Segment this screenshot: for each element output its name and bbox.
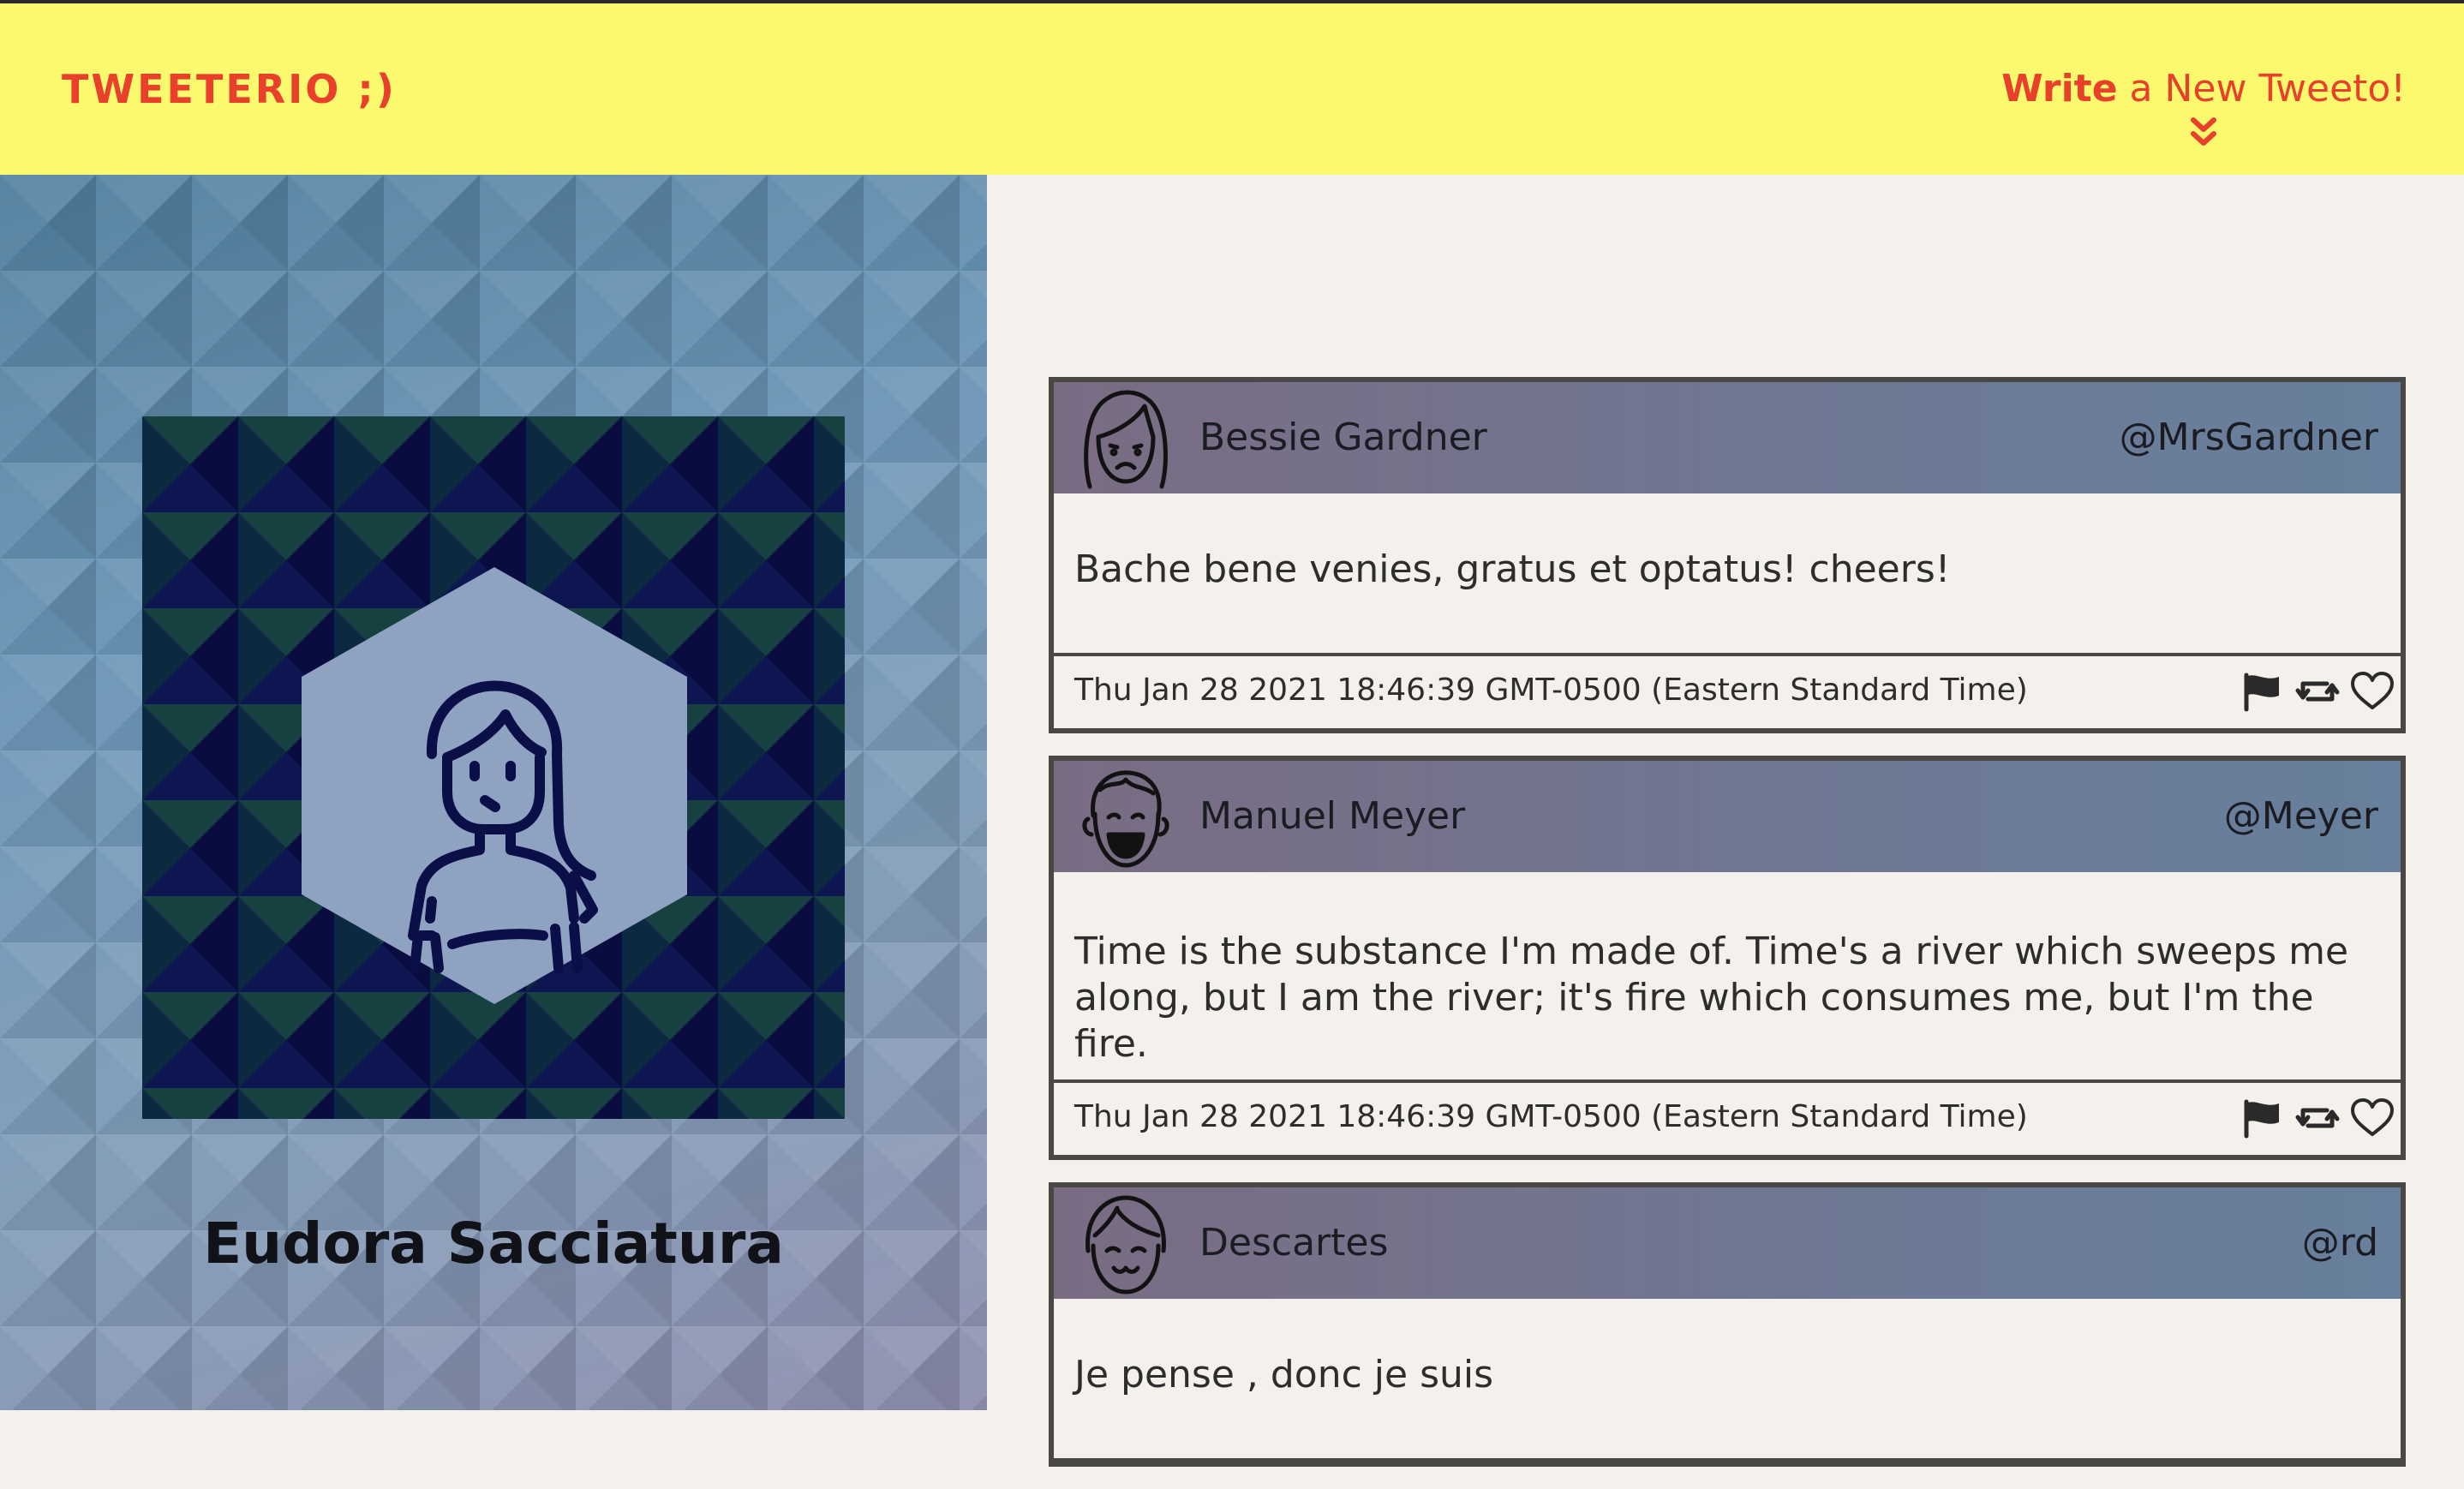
- heart-icon[interactable]: [2349, 1097, 2395, 1139]
- tweet-actions: [2240, 670, 2395, 713]
- write-new-tweet-label[interactable]: Write a New Tweeto!: [2001, 65, 2406, 113]
- top-nav: TWEETERIO ;) Write a New Tweeto!: [0, 0, 2464, 175]
- tweet-footer: Thu Jan 28 2021 18:46:39 GMT-0500 (Easte…: [1054, 1083, 2401, 1155]
- woman-avatar-icon: [302, 567, 687, 1004]
- tweet-card: Manuel Meyer @Meyer Time is the substanc…: [1049, 756, 2406, 1160]
- compose-rest-text: a New Tweeto!: [2117, 67, 2406, 111]
- compose-strong-text: Write: [2001, 67, 2118, 111]
- laughing-man-avatar-icon: [1082, 770, 1169, 868]
- profile-panel: Eudora Sacciatura: [0, 175, 987, 1410]
- profile-name: Eudora Sacciatura: [203, 1211, 784, 1277]
- tweet-header: Manuel Meyer @Meyer: [1054, 761, 2401, 872]
- tweet-footer: Thu Jan 28 2021 18:46:39 GMT-0500 (Easte…: [1054, 656, 2401, 728]
- double-chevron-down-icon[interactable]: [2186, 115, 2221, 149]
- tweet-card: Bessie Gardner @MrsGardner Bache bene ve…: [1049, 377, 2406, 733]
- tweet-author-name[interactable]: Bessie Gardner: [1199, 415, 1487, 461]
- tweet-author-name[interactable]: Descartes: [1199, 1220, 1388, 1266]
- tweet-text: Bache bene venies, gratus et optatus! ch…: [1054, 493, 2401, 656]
- tweet-card: Descartes @rd Je pense , donc je suis: [1049, 1182, 2406, 1467]
- tweet-actions: [2240, 1097, 2395, 1139]
- retweet-icon[interactable]: [2294, 1097, 2341, 1139]
- heart-icon[interactable]: [2349, 670, 2395, 713]
- smiling-woman-avatar-icon: [1085, 1195, 1166, 1295]
- tweet-text: Time is the substance I'm made of. Time'…: [1054, 872, 2401, 1083]
- flag-icon[interactable]: [2240, 670, 2286, 713]
- tweet-text: Je pense , donc je suis: [1054, 1299, 2401, 1462]
- tweet-header: Descartes @rd: [1054, 1187, 2401, 1299]
- tweet-header: Bessie Gardner @MrsGardner: [1054, 382, 2401, 493]
- tweet-author-handle[interactable]: @MrsGardner: [2120, 415, 2378, 461]
- brand-logo[interactable]: TWEETERIO ;): [62, 65, 397, 113]
- retweet-icon[interactable]: [2294, 670, 2341, 713]
- flag-icon[interactable]: [2240, 1097, 2286, 1139]
- tweet-timestamp: Thu Jan 28 2021 18:46:39 GMT-0500 (Easte…: [1074, 1099, 2028, 1134]
- tweet-author-handle[interactable]: @rd: [2302, 1220, 2378, 1266]
- tweet-author-handle[interactable]: @Meyer: [2224, 793, 2378, 840]
- tweet-feed: Bessie Gardner @MrsGardner Bache bene ve…: [1049, 377, 2406, 1489]
- profile-avatar-frame: [142, 416, 845, 1119]
- tweet-author-name[interactable]: Manuel Meyer: [1199, 793, 1465, 840]
- write-new-tweet-button[interactable]: Write a New Tweeto!: [2001, 65, 2406, 149]
- tweet-timestamp: Thu Jan 28 2021 18:46:39 GMT-0500 (Easte…: [1074, 673, 2028, 708]
- sad-woman-avatar-icon: [1084, 390, 1168, 489]
